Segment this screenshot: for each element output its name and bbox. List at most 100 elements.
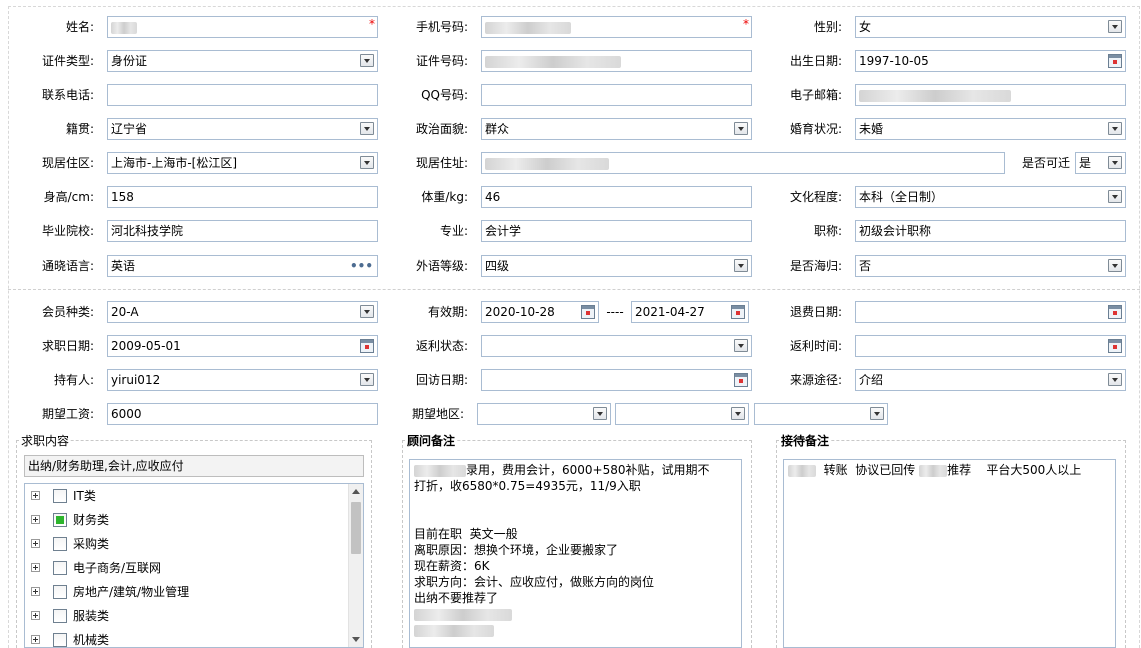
dropdown-arrow-icon[interactable] (1108, 259, 1122, 272)
jobdate-field[interactable]: 2009-05-01 (107, 335, 378, 357)
title-field[interactable]: 初级会计职称 (855, 220, 1126, 242)
valid-to-field[interactable]: 2021-04-27 (631, 301, 749, 323)
contact-label: 联系电话: (41, 88, 94, 102)
job-category-tree[interactable]: IT类 财务类 采购类 电子商务/互联网 房地产/建筑/物业管理 服装类 机械类 (24, 483, 364, 648)
relocate-select[interactable]: 是 (1075, 152, 1126, 174)
lang-field[interactable]: 英语 ••• (107, 255, 378, 277)
checkbox[interactable] (53, 537, 67, 551)
marital-select[interactable]: 未婚 (855, 118, 1126, 140)
birth-date-field[interactable]: 1997-10-05 (855, 50, 1126, 72)
scroll-thumb[interactable] (351, 502, 361, 554)
email-field[interactable] (855, 84, 1126, 106)
school-field[interactable]: 河北科技学院 (107, 220, 378, 242)
section-divider (8, 289, 1140, 290)
calendar-icon[interactable] (360, 339, 374, 353)
area-city-select[interactable] (615, 403, 749, 425)
qq-label: QQ号码: (421, 88, 468, 102)
jobdate-value: 2009-05-01 (111, 339, 181, 353)
dropdown-arrow-icon[interactable] (734, 122, 748, 135)
calendar-icon[interactable] (1108, 54, 1122, 68)
more-options-icon[interactable]: ••• (350, 256, 373, 276)
valid-label: 有效期: (427, 305, 468, 319)
phone-field[interactable]: * (481, 16, 752, 38)
height-field[interactable]: 158 (107, 186, 378, 208)
source-select[interactable]: 介绍 (855, 369, 1126, 391)
scroll-down-icon[interactable] (352, 637, 360, 642)
checkbox[interactable] (53, 585, 67, 599)
dropdown-arrow-icon[interactable] (360, 54, 374, 67)
dropdown-arrow-icon[interactable] (593, 407, 607, 420)
calendar-icon[interactable] (581, 305, 595, 319)
contact-field[interactable] (107, 84, 378, 106)
expand-icon[interactable] (31, 515, 40, 524)
abroad-select[interactable]: 否 (855, 255, 1126, 277)
dropdown-arrow-icon[interactable] (360, 373, 374, 386)
rebate-status-select[interactable] (481, 335, 752, 357)
job-content-summary-text: 出纳/财务助理,会计,应收应付 (28, 459, 184, 473)
dropdown-arrow-icon[interactable] (1108, 373, 1122, 386)
tree-scrollbar[interactable] (348, 484, 363, 647)
dropdown-arrow-icon[interactable] (360, 156, 374, 169)
salary-field[interactable]: 6000 (107, 403, 378, 425)
gender-select[interactable]: 女 (855, 16, 1126, 38)
level-select[interactable]: 四级 (481, 255, 752, 277)
checkbox-partial[interactable] (53, 513, 67, 527)
dropdown-arrow-icon[interactable] (731, 407, 745, 420)
edu-select[interactable]: 本科（全日制） (855, 186, 1126, 208)
calendar-icon[interactable] (734, 373, 748, 387)
calendar-icon[interactable] (1108, 339, 1122, 353)
reception-text-1: 转账 协议已回传 (823, 463, 916, 477)
calendar-icon[interactable] (731, 305, 745, 319)
dropdown-arrow-icon[interactable] (360, 305, 374, 318)
expand-icon[interactable] (31, 491, 40, 500)
checkbox[interactable] (53, 633, 67, 647)
expand-icon[interactable] (31, 539, 40, 548)
idnum-field[interactable] (481, 50, 752, 72)
tree-node-label: 电子商务/互联网 (73, 561, 162, 575)
major-field[interactable]: 会计学 (481, 220, 752, 242)
calendar-icon[interactable] (1108, 305, 1122, 319)
expand-icon[interactable] (31, 563, 40, 572)
name-field[interactable]: * (107, 16, 378, 38)
area-label: 期望地区: (411, 407, 464, 421)
phone-label: 手机号码: (415, 20, 468, 34)
dropdown-arrow-icon[interactable] (870, 407, 884, 420)
refund-date-field[interactable] (855, 301, 1126, 323)
dropdown-arrow-icon[interactable] (1108, 20, 1122, 33)
dropdown-arrow-icon[interactable] (734, 259, 748, 272)
level-value: 四级 (485, 259, 510, 273)
note-line-3: 目前在职 英文一般 (414, 527, 518, 541)
dropdown-arrow-icon[interactable] (360, 122, 374, 135)
expand-icon[interactable] (31, 635, 40, 644)
valid-separator: ---- (606, 305, 624, 319)
expand-icon[interactable] (31, 611, 40, 620)
checkbox[interactable] (53, 609, 67, 623)
origin-select[interactable]: 辽宁省 (107, 118, 378, 140)
checkbox[interactable] (53, 561, 67, 575)
valid-from-field[interactable]: 2020-10-28 (481, 301, 599, 323)
expand-icon[interactable] (31, 587, 40, 596)
reception-note-textarea[interactable]: 转账 协议已回传 推荐 平台大500人以上 (783, 459, 1116, 648)
scroll-up-icon[interactable] (352, 489, 360, 494)
address-field[interactable] (481, 152, 1005, 174)
dropdown-arrow-icon[interactable] (1108, 122, 1122, 135)
checkbox[interactable] (53, 489, 67, 503)
tree-node-label: 采购类 (73, 537, 110, 551)
member-type-select[interactable]: 20-A (107, 301, 378, 323)
weight-field[interactable]: 46 (481, 186, 752, 208)
political-select[interactable]: 群众 (481, 118, 752, 140)
qq-field[interactable] (481, 84, 752, 106)
visit-date-field[interactable] (481, 369, 752, 391)
idtype-select[interactable]: 身份证 (107, 50, 378, 72)
area-province-select[interactable] (477, 403, 611, 425)
marital-value: 未婚 (859, 122, 884, 136)
area-district-select[interactable] (754, 403, 888, 425)
dropdown-arrow-icon[interactable] (734, 339, 748, 352)
dropdown-arrow-icon[interactable] (1108, 156, 1122, 169)
holder-select[interactable]: yirui012 (107, 369, 378, 391)
residence-select[interactable]: 上海市-上海市-[松江区] (107, 152, 378, 174)
source-label: 来源途径: (789, 373, 842, 387)
consultant-note-textarea[interactable]: 录用，费用会计，6000+580补贴，试用期不 打折，收6580*0.75=493… (409, 459, 742, 648)
rebate-time-field[interactable] (855, 335, 1126, 357)
dropdown-arrow-icon[interactable] (1108, 190, 1122, 203)
